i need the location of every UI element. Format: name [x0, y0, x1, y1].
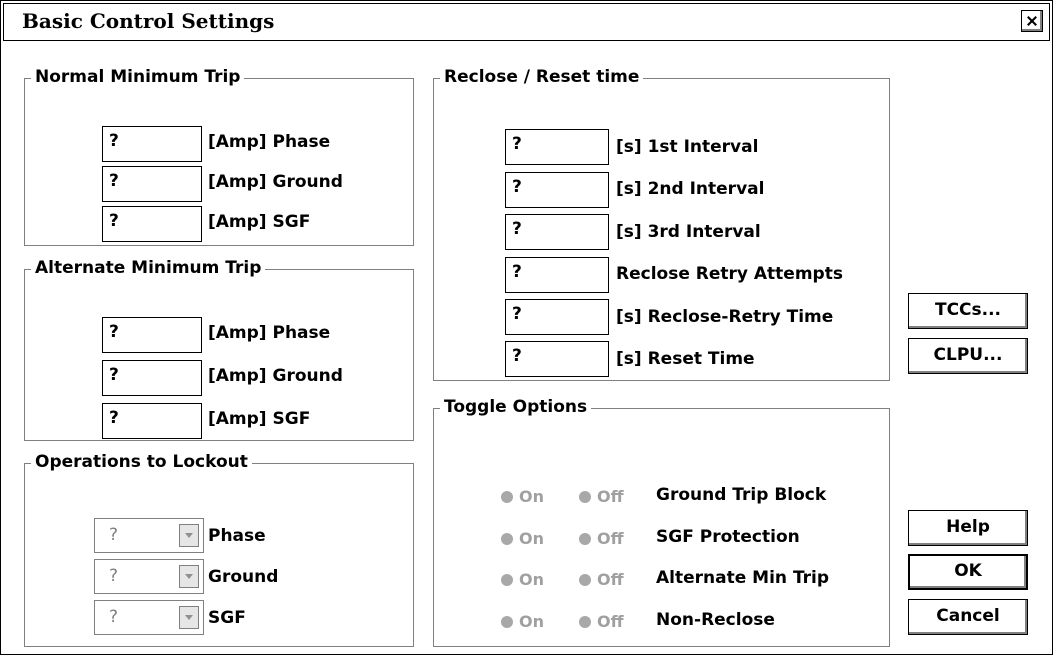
radio-label: On	[519, 612, 544, 631]
sgf-protection-on-radio[interactable]: On	[501, 529, 544, 548]
lockout-phase-select[interactable]: ?	[94, 518, 204, 553]
normal-phase-field[interactable]: ?	[102, 126, 202, 162]
ground-trip-block-on-radio[interactable]: On	[501, 487, 544, 506]
lockout-ground-label: Ground	[208, 567, 279, 587]
non-reclose-on-radio[interactable]: On	[501, 612, 544, 631]
radio-label: On	[519, 570, 544, 589]
group-toggle-options: Toggle Options On Off Ground Trip Block …	[433, 397, 890, 647]
normal-ground-field[interactable]: ?	[102, 166, 202, 202]
select-value: ?	[109, 525, 119, 545]
sgf-protection-off-radio[interactable]: Off	[579, 529, 624, 548]
non-reclose-label: Non-Reclose	[656, 610, 775, 630]
alternate-min-trip-off-radio[interactable]: Off	[579, 570, 624, 589]
radio-circle-icon	[501, 490, 513, 503]
radio-circle-icon	[501, 615, 513, 628]
sgf-protection-label: SGF Protection	[656, 527, 800, 547]
reset-time-label: [s] Reset Time	[616, 349, 755, 369]
lockout-sgf-select[interactable]: ?	[94, 600, 204, 635]
ok-button[interactable]: OK	[908, 554, 1028, 590]
radio-circle-icon	[579, 490, 591, 503]
radio-label: On	[519, 529, 544, 548]
radio-circle-icon	[579, 615, 591, 628]
radio-label: Off	[597, 612, 624, 631]
window-title: Basic Control Settings	[22, 9, 275, 33]
group-operations-to-lockout: Operations to Lockout ? Phase ? Ground ?…	[24, 452, 414, 647]
alternate-phase-label: [Amp] Phase	[208, 323, 331, 343]
non-reclose-off-radio[interactable]: Off	[579, 612, 624, 631]
radio-label: On	[519, 487, 544, 506]
lockout-sgf-label: SGF	[208, 608, 246, 628]
group-legend: Normal Minimum Trip	[31, 67, 245, 87]
cancel-button[interactable]: Cancel	[908, 599, 1028, 635]
select-value: ?	[109, 566, 119, 586]
chevron-down-icon[interactable]	[179, 524, 199, 547]
group-legend: Alternate Minimum Trip	[31, 258, 266, 278]
group-legend: Operations to Lockout	[31, 452, 252, 472]
retry-time-field[interactable]: ?	[505, 299, 609, 335]
ground-trip-block-off-radio[interactable]: Off	[579, 487, 624, 506]
interval-2-field[interactable]: ?	[505, 172, 609, 208]
interval-1-label: [s] 1st Interval	[616, 137, 759, 157]
group-normal-min-trip: Normal Minimum Trip ? [Amp] Phase ? [Amp…	[24, 67, 414, 246]
close-button[interactable]	[1021, 10, 1043, 32]
normal-phase-label: [Amp] Phase	[208, 132, 331, 152]
alternate-ground-label: [Amp] Ground	[208, 366, 343, 386]
alternate-min-trip-on-radio[interactable]: On	[501, 570, 544, 589]
alternate-ground-field[interactable]: ?	[102, 360, 202, 396]
reset-time-field[interactable]: ?	[505, 341, 609, 377]
help-button[interactable]: Help	[908, 510, 1028, 546]
group-legend: Reclose / Reset time	[440, 67, 644, 87]
normal-sgf-label: [Amp] SGF	[208, 212, 311, 232]
retry-time-label: [s] Reclose-Retry Time	[616, 307, 834, 327]
radio-label: Off	[597, 570, 624, 589]
radio-circle-icon	[579, 532, 591, 545]
radio-label: Off	[597, 487, 624, 506]
alternate-sgf-field[interactable]: ?	[102, 403, 202, 439]
dialog-window: Basic Control Settings Normal Minimum Tr…	[0, 0, 1053, 655]
retry-attempts-field[interactable]: ?	[505, 257, 609, 293]
alternate-min-trip-label: Alternate Min Trip	[656, 568, 830, 588]
title-bar: Basic Control Settings	[3, 3, 1050, 41]
group-reclose-reset: Reclose / Reset time ? [s] 1st Interval …	[433, 67, 890, 381]
clpu-button[interactable]: CLPU...	[908, 338, 1028, 374]
alternate-phase-field[interactable]: ?	[102, 317, 202, 353]
ground-trip-block-label: Ground Trip Block	[656, 485, 827, 505]
normal-ground-label: [Amp] Ground	[208, 172, 343, 192]
lockout-ground-select[interactable]: ?	[94, 559, 204, 594]
alternate-sgf-label: [Amp] SGF	[208, 409, 311, 429]
interval-1-field[interactable]: ?	[505, 129, 609, 165]
radio-circle-icon	[501, 573, 513, 586]
chevron-down-icon[interactable]	[179, 565, 199, 588]
retry-attempts-label: Reclose Retry Attempts	[616, 264, 843, 284]
group-legend: Toggle Options	[440, 397, 592, 417]
tccs-button[interactable]: TCCs...	[908, 293, 1028, 329]
radio-circle-icon	[579, 573, 591, 586]
select-value: ?	[109, 607, 119, 627]
normal-sgf-field[interactable]: ?	[102, 206, 202, 242]
group-alternate-min-trip: Alternate Minimum Trip ? [Amp] Phase ? […	[24, 258, 414, 441]
interval-3-label: [s] 3rd Interval	[616, 222, 761, 242]
chevron-down-icon[interactable]	[179, 606, 199, 629]
lockout-phase-label: Phase	[208, 526, 266, 546]
radio-label: Off	[597, 529, 624, 548]
interval-3-field[interactable]: ?	[505, 214, 609, 250]
radio-circle-icon	[501, 532, 513, 545]
interval-2-label: [s] 2nd Interval	[616, 179, 765, 199]
